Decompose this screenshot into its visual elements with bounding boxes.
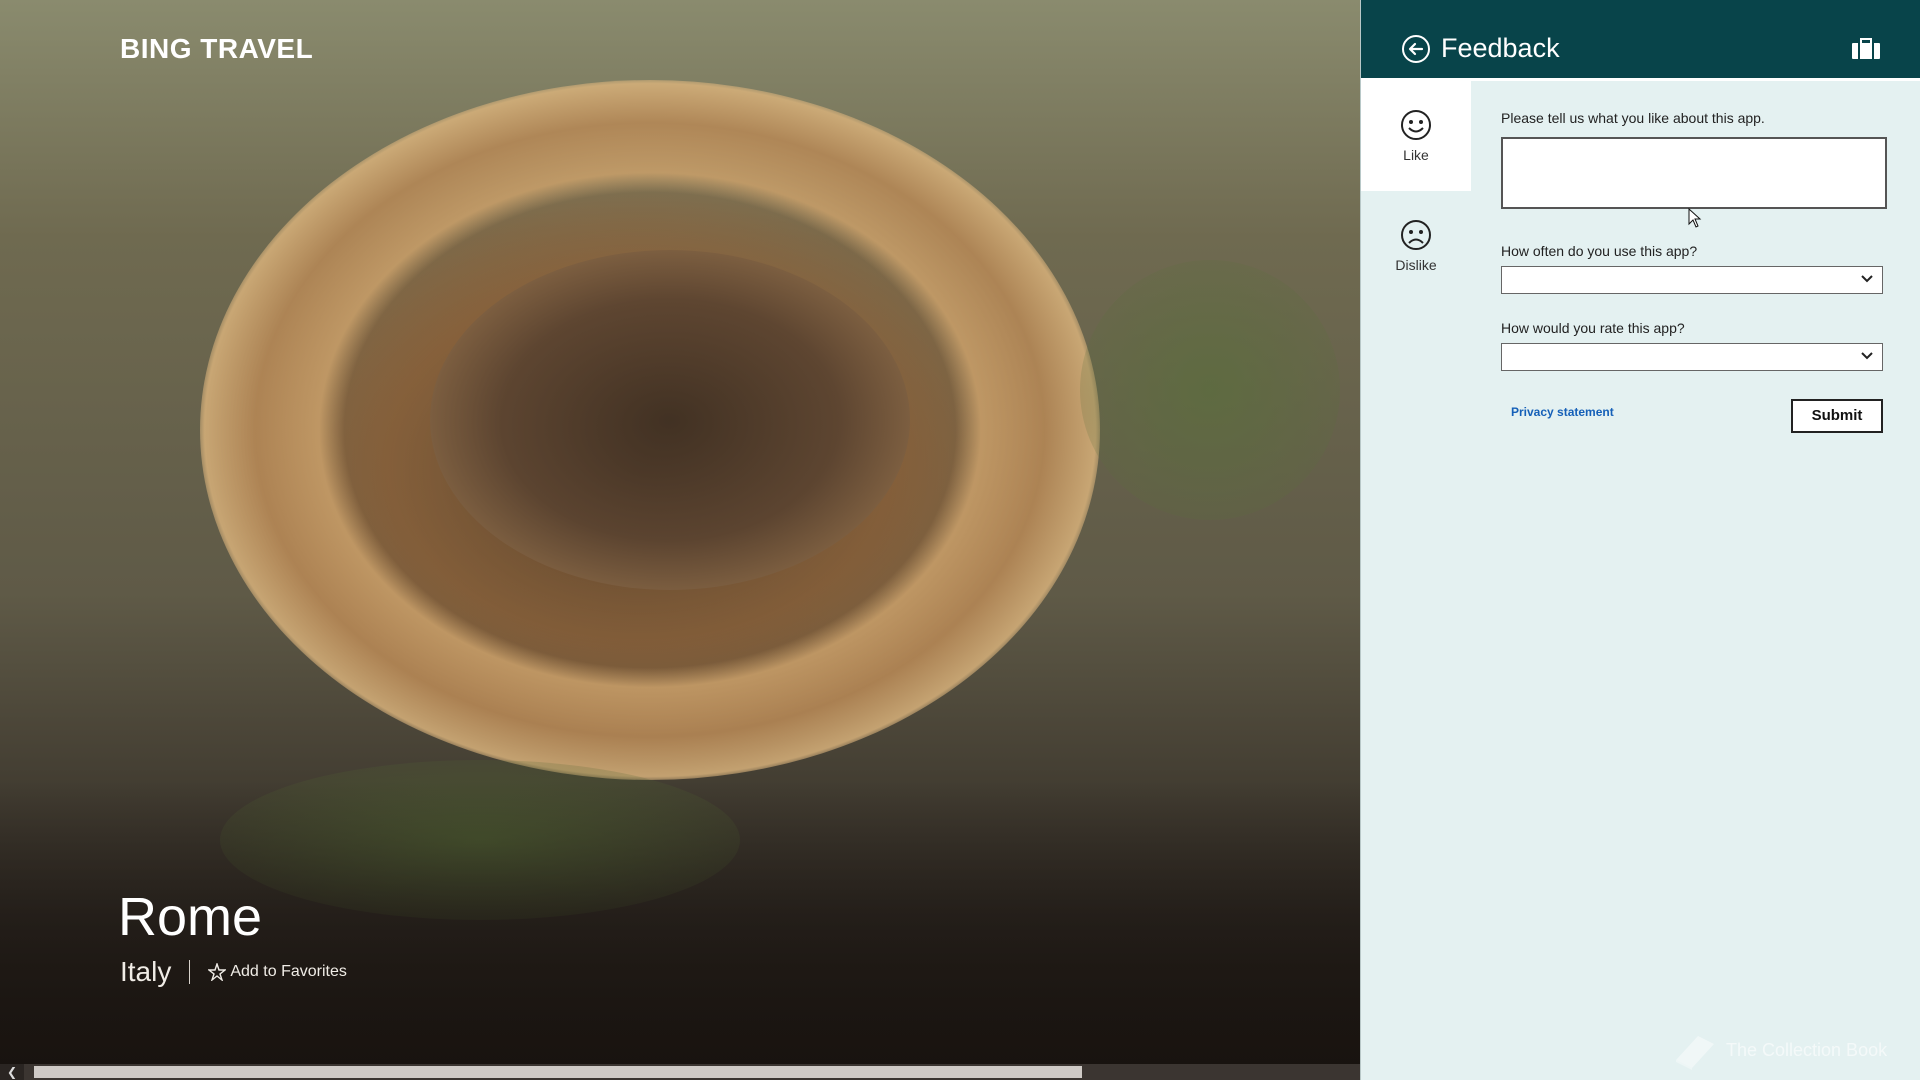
scrollbar-thumb[interactable] bbox=[34, 1066, 1082, 1078]
colosseum-arena bbox=[430, 250, 910, 590]
privacy-statement-link[interactable]: Privacy statement bbox=[1511, 405, 1614, 419]
back-arrow-icon bbox=[1402, 35, 1430, 63]
chevron-down-icon bbox=[1861, 275, 1873, 283]
divider bbox=[189, 960, 191, 984]
city-name: Rome bbox=[118, 887, 263, 947]
star-pin-icon bbox=[208, 963, 227, 981]
add-to-favorites-button[interactable]: Add to Favorites bbox=[208, 963, 347, 981]
rating-question: How would you rate this app? bbox=[1501, 320, 1685, 336]
like-question: Please tell us what you like about this … bbox=[1501, 110, 1765, 126]
frequency-select[interactable] bbox=[1501, 266, 1883, 294]
app-title: BING TRAVEL bbox=[120, 33, 314, 64]
destination-subtitle-row: Italy Add to Favorites bbox=[120, 956, 347, 988]
tab-dislike[interactable]: Dislike bbox=[1361, 191, 1471, 301]
suitcase-icon bbox=[1851, 38, 1881, 64]
watermark: The Collection Book bbox=[1672, 1030, 1887, 1070]
rating-select[interactable] bbox=[1501, 343, 1883, 371]
add-to-favorites-label: Add to Favorites bbox=[230, 963, 347, 980]
feedback-tabs: Like Dislike bbox=[1361, 81, 1471, 1080]
horizontal-scrollbar[interactable]: ❮ bbox=[0, 1064, 1360, 1080]
pane-header: Feedback bbox=[1361, 0, 1920, 81]
submit-button[interactable]: Submit bbox=[1791, 399, 1883, 433]
smile-icon bbox=[1401, 110, 1431, 140]
feedback-pane: Feedback Like Dislike Please tell us wha… bbox=[1360, 0, 1920, 1080]
book-icon bbox=[1676, 1036, 1714, 1070]
scroll-left-icon[interactable]: ❮ bbox=[0, 1064, 24, 1080]
like-textarea[interactable] bbox=[1501, 137, 1887, 209]
tab-dislike-label: Dislike bbox=[1395, 257, 1437, 273]
tab-like-label: Like bbox=[1403, 147, 1429, 163]
frown-icon bbox=[1401, 220, 1431, 250]
frequency-question: How often do you use this app? bbox=[1501, 243, 1698, 259]
pane-title: Feedback bbox=[1441, 33, 1560, 63]
tab-like[interactable]: Like bbox=[1361, 81, 1471, 191]
mouse-cursor-icon bbox=[1688, 207, 1702, 232]
chevron-down-icon bbox=[1861, 352, 1873, 360]
trees-right bbox=[1080, 260, 1340, 520]
country-name: Italy bbox=[120, 956, 172, 987]
watermark-text: The Collection Book bbox=[1726, 1039, 1888, 1060]
back-button[interactable] bbox=[1401, 34, 1431, 64]
